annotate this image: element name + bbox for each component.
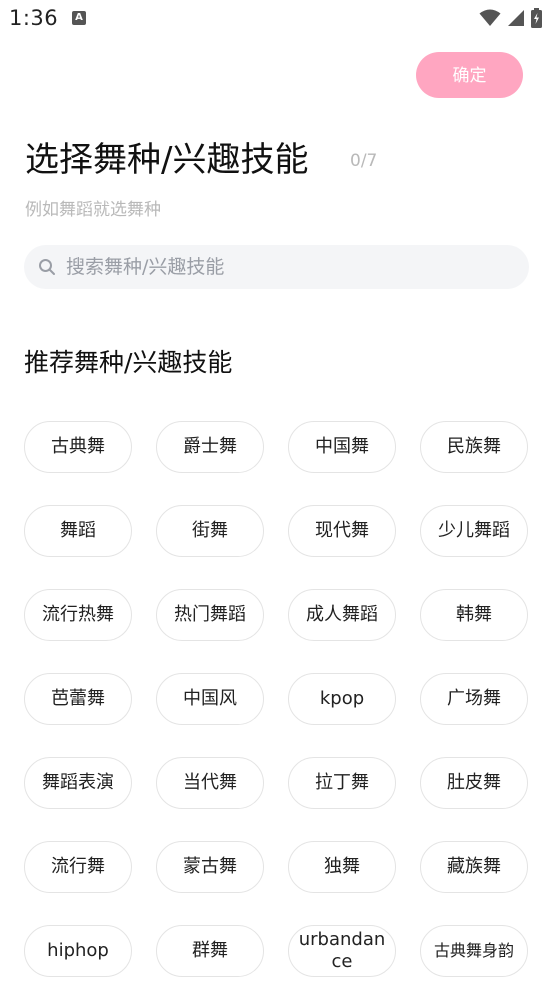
status-bar: 1:36 A (0, 0, 552, 40)
tag-chip[interactable]: 群舞 (156, 925, 264, 977)
tag-chip[interactable]: 舞蹈 (24, 505, 132, 557)
confirm-button[interactable]: 确定 (416, 52, 523, 98)
tag-chip[interactable]: 热门舞蹈 (156, 589, 264, 641)
tag-chip[interactable]: 藏族舞 (420, 841, 528, 893)
tag-chip[interactable]: 中国风 (156, 673, 264, 725)
cell-signal-icon (508, 10, 524, 26)
tag-chip[interactable]: hiphop (24, 925, 132, 977)
tag-chip[interactable]: kpop (288, 673, 396, 725)
tag-chip[interactable]: 独舞 (288, 841, 396, 893)
page-title: 选择舞种/兴趣技能 (25, 140, 309, 180)
tag-chip[interactable]: 古典舞 (24, 421, 132, 473)
tag-chip[interactable]: 流行热舞 (24, 589, 132, 641)
tag-chip[interactable]: 现代舞 (288, 505, 396, 557)
tag-chip[interactable]: 韩舞 (420, 589, 528, 641)
tag-chip[interactable]: 古典舞身韵 (420, 925, 528, 977)
section-title: 推荐舞种/兴趣技能 (24, 348, 233, 377)
tag-chip[interactable]: 舞蹈表演 (24, 757, 132, 809)
tag-grid: 古典舞 爵士舞 中国舞 民族舞 舞蹈 街舞 现代舞 少儿舞蹈 流行热舞 热门舞蹈… (24, 421, 528, 977)
selection-count: 0/7 (350, 151, 378, 171)
status-time: 1:36 (9, 6, 59, 30)
tag-chip[interactable]: 街舞 (156, 505, 264, 557)
search-box[interactable] (24, 245, 529, 289)
search-input[interactable] (66, 245, 506, 289)
tag-chip[interactable]: 民族舞 (420, 421, 528, 473)
tag-chip[interactable]: 流行舞 (24, 841, 132, 893)
search-icon (39, 259, 55, 275)
tag-chip[interactable]: 成人舞蹈 (288, 589, 396, 641)
tag-chip[interactable]: 中国舞 (288, 421, 396, 473)
tag-chip[interactable]: 拉丁舞 (288, 757, 396, 809)
tag-chip[interactable]: 爵士舞 (156, 421, 264, 473)
tag-chip[interactable]: 肚皮舞 (420, 757, 528, 809)
status-icons (479, 8, 542, 28)
tag-chip[interactable]: 蒙古舞 (156, 841, 264, 893)
subtitle: 例如舞蹈就选舞种 (25, 200, 161, 220)
wifi-icon (479, 9, 501, 26)
battery-charging-icon (531, 8, 542, 28)
notification-icon: A (72, 11, 86, 25)
tag-chip[interactable]: 广场舞 (420, 673, 528, 725)
tag-chip[interactable]: urbandance (288, 925, 396, 977)
tag-chip[interactable]: 少儿舞蹈 (420, 505, 528, 557)
tag-chip[interactable]: 当代舞 (156, 757, 264, 809)
tag-chip[interactable]: 芭蕾舞 (24, 673, 132, 725)
